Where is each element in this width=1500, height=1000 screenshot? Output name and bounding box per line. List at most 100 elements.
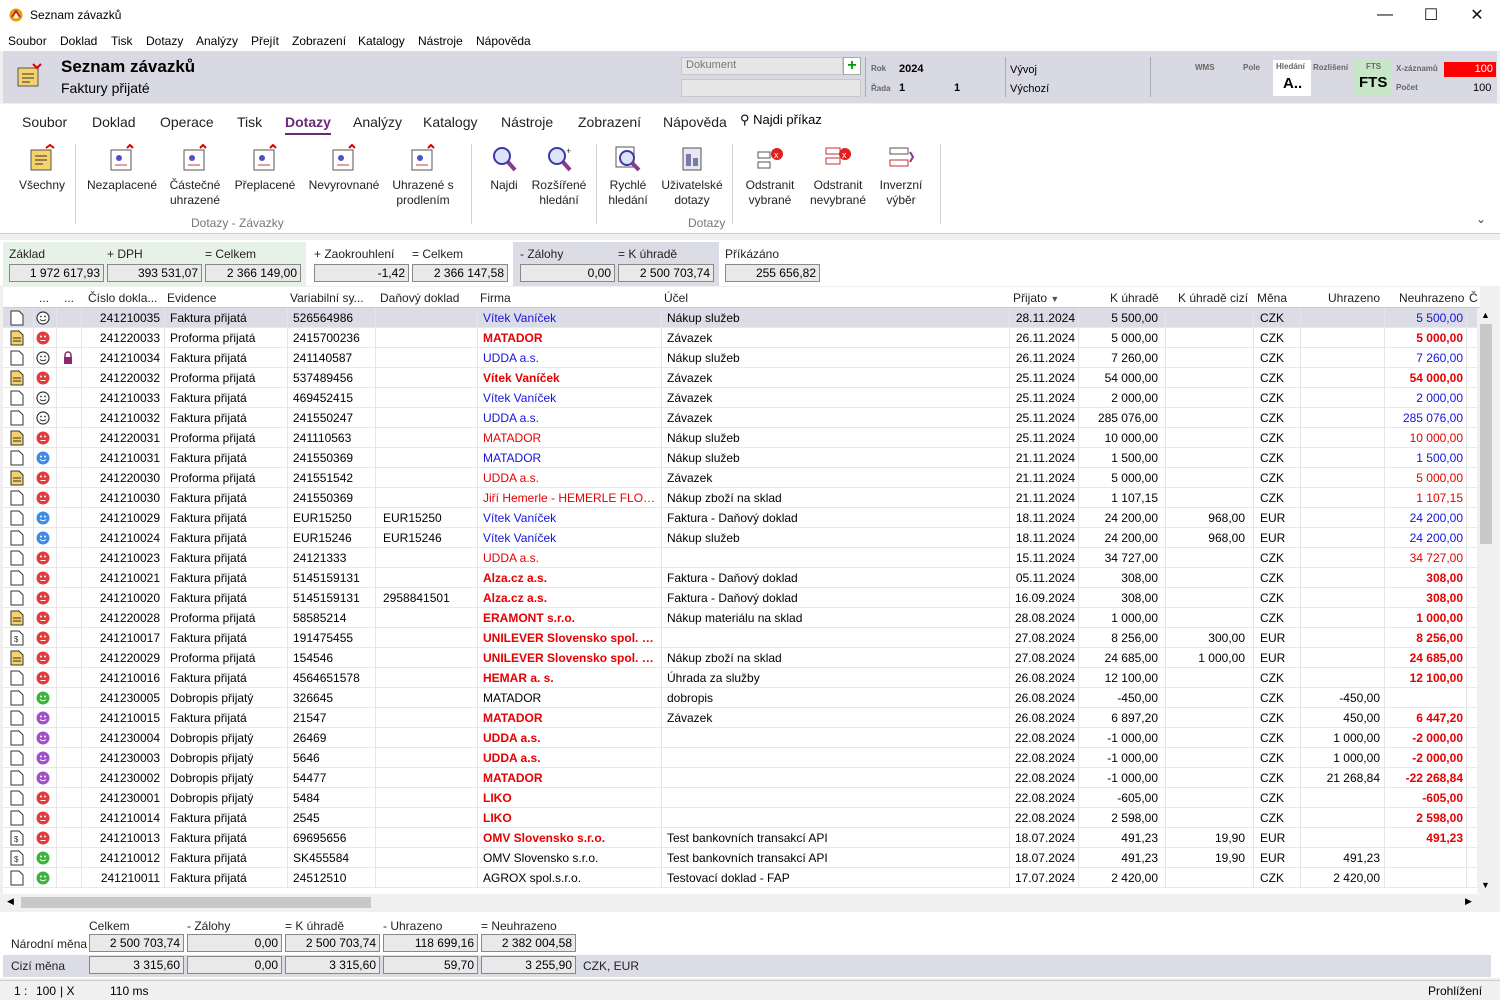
col-header-flag[interactable]: ...	[64, 291, 74, 305]
fts-button[interactable]: FTS FTS	[1354, 60, 1392, 96]
find-command[interactable]: ⚲ Najdi příkaz	[740, 112, 822, 128]
col-header-firma[interactable]: Firma	[480, 291, 511, 305]
uzivatelske-dotazy-button[interactable]: Uživatelské dotazy	[660, 144, 724, 208]
scroll-right-icon[interactable]: ▶	[1465, 896, 1472, 907]
col-header-prijato[interactable]: Přijato ▼	[1013, 291, 1059, 305]
tab-zobrazeni[interactable]: Zobrazení	[578, 114, 641, 130]
menu-prejit[interactable]: Přejít	[251, 34, 279, 48]
tab-analyzy[interactable]: Analýzy	[353, 114, 402, 130]
table-row[interactable]: 241210024 Faktura přijatá EUR15246 EUR15246…	[3, 528, 1480, 548]
vertical-scrollbar[interactable]: ▲ ▼	[1477, 308, 1495, 894]
horizontal-scrollbar[interactable]: ◀ ▶	[3, 894, 1477, 911]
tab-dotazy[interactable]: Dotazy	[285, 114, 331, 135]
table-row[interactable]: $241210017 Faktura přijatá 191475455 UNILEV…	[3, 628, 1480, 648]
menu-analyzy[interactable]: Analýzy	[196, 34, 238, 48]
table-row[interactable]: 241220031 Proforma přijatá 241110563 MATADO…	[3, 428, 1480, 448]
table-row[interactable]: 241210016 Faktura přijatá 4564651578 HEMAR …	[3, 668, 1480, 688]
menu-katalogy[interactable]: Katalogy	[358, 34, 405, 48]
scroll-up-icon[interactable]: ▲	[1481, 310, 1490, 320]
hledani-box[interactable]: Hledání A..	[1273, 60, 1311, 96]
uhrazene-s-prodlenim-button[interactable]: Uhrazené s prodlením	[390, 144, 456, 208]
col-header-k-uhrade[interactable]: K úhradě	[1110, 291, 1159, 305]
odstranit-vybrane-button[interactable]: x Odstranit vybrané	[742, 144, 798, 208]
menu-zobrazeni[interactable]: Zobrazení	[292, 34, 346, 48]
table-row[interactable]: 241220028 Proforma přijatá 58585214 ERAMONT…	[3, 608, 1480, 628]
table-row[interactable]: 241210034 Faktura přijatá 241140587 UDDA a.…	[3, 348, 1480, 368]
tab-doklad[interactable]: Doklad	[92, 114, 136, 130]
table-row[interactable]: 241210023 Faktura přijatá 24121333 UDDA a.s…	[3, 548, 1480, 568]
table-row[interactable]: 241230001 Dobropis přijatý 5484 LIKO 22.08.2…	[3, 788, 1480, 808]
table-row[interactable]: 241210021 Faktura přijatá 5145159131 Alza.c…	[3, 568, 1480, 588]
menu-doklad[interactable]: Doklad	[60, 34, 97, 48]
document-input[interactable]: Dokument	[681, 57, 843, 75]
table-row[interactable]: $241210013 Faktura přijatá 69695656 OMV Slo…	[3, 828, 1480, 848]
odstranit-nevybrane-button[interactable]: x Odstranit nevybrané	[808, 144, 868, 208]
pole-label[interactable]: Pole	[1243, 63, 1260, 72]
table-row[interactable]: 241230005 Dobropis přijatý 326645 MATADOR do…	[3, 688, 1480, 708]
col-header-ucel[interactable]: Účel	[664, 291, 688, 305]
col-header-uhrazeno[interactable]: Uhrazeno	[1328, 291, 1380, 305]
rok-value[interactable]: 2024	[899, 63, 923, 75]
tab-napoveda[interactable]: Nápověda	[663, 114, 727, 130]
tab-katalogy[interactable]: Katalogy	[423, 114, 477, 130]
scroll-down-icon[interactable]: ▼	[1481, 880, 1490, 890]
nezaplacene-button[interactable]: Nezaplacené	[86, 144, 158, 193]
table-row[interactable]: 241220033 Proforma přijatá 2415700236 MATAD…	[3, 328, 1480, 348]
collapse-ribbon-icon[interactable]: ⌄	[1476, 212, 1486, 226]
col-header-evidence[interactable]: Evidence	[167, 291, 216, 305]
rozsirene-hledani-button[interactable]: + Rozšířené hledání	[530, 144, 588, 208]
col-header-mena[interactable]: Měna	[1257, 291, 1287, 305]
horizontal-scroll-thumb[interactable]	[21, 897, 371, 908]
tab-operace[interactable]: Operace	[160, 114, 214, 130]
table-row[interactable]: 241210014 Faktura přijatá 2545 LIKO 22.08.20…	[3, 808, 1480, 828]
table-row[interactable]: 241220029 Proforma přijatá 154546 UNILEVER …	[3, 648, 1480, 668]
table-row[interactable]: 241210020 Faktura přijatá 5145159131 295884…	[3, 588, 1480, 608]
rada-value-1[interactable]: 1	[899, 82, 905, 94]
col-header-variabilni[interactable]: Variabilní sy...	[290, 291, 364, 305]
tab-tisk[interactable]: Tisk	[237, 114, 262, 130]
xzaznamu-value[interactable]: 100	[1444, 62, 1496, 77]
col-header-cislo[interactable]: Číslo dokla...	[88, 291, 157, 305]
table-row[interactable]: 241210011 Faktura přijatá 24512510 AGROX sp…	[3, 868, 1480, 888]
col-header-k-uhrade-cizi[interactable]: K úhradě cizí	[1178, 291, 1248, 305]
menu-tisk[interactable]: Tisk	[111, 34, 133, 48]
tab-soubor[interactable]: Soubor	[22, 114, 67, 130]
table-row[interactable]: 241210029 Faktura přijatá EUR15250 EUR15250…	[3, 508, 1480, 528]
vsechny-button[interactable]: Všechny	[16, 144, 68, 193]
nevyrovnane-button[interactable]: Nevyrovnané	[306, 144, 382, 193]
table-row[interactable]: 241230004 Dobropis přijatý 26469 UDDA a.s. 2…	[3, 728, 1480, 748]
vertical-scroll-thumb[interactable]	[1480, 324, 1492, 544]
table-row[interactable]: 241210015 Faktura přijatá 21547 MATADOR Záva…	[3, 708, 1480, 728]
document-input-2[interactable]	[681, 79, 861, 97]
menu-napoveda[interactable]: Nápověda	[476, 34, 531, 48]
rychle-hledani-button[interactable]: Rychlé hledání	[603, 144, 653, 208]
table-row[interactable]: 241220030 Proforma přijatá 241551542 UDDA a…	[3, 468, 1480, 488]
castecne-uhrazene-button[interactable]: Částečné uhrazené	[168, 144, 222, 208]
vychozi-label[interactable]: Výchozí	[1010, 83, 1049, 95]
col-header-danovy[interactable]: Daňový doklad	[380, 291, 459, 305]
col-header-status[interactable]: ...	[39, 291, 49, 305]
wms-label[interactable]: WMS	[1195, 63, 1215, 72]
close-button[interactable]: ✕	[1454, 0, 1500, 30]
table-row[interactable]: 241220032 Proforma přijatá 537489456 Vítek …	[3, 368, 1480, 388]
table-row[interactable]: 241230002 Dobropis přijatý 54477 MATADOR 22.…	[3, 768, 1480, 788]
preplacene-button[interactable]: Přeplacené	[233, 144, 297, 193]
rozliseni-label[interactable]: Rozlišení	[1313, 63, 1348, 72]
tab-nastroje[interactable]: Nástroje	[501, 114, 553, 130]
col-header-c[interactable]: Č	[1469, 291, 1478, 305]
add-document-button[interactable]: +	[843, 57, 861, 75]
col-header-neuhrazeno[interactable]: Neuhrazeno	[1399, 291, 1464, 305]
table-row[interactable]: 241210035 Faktura přijatá 526564986 Vítek V…	[3, 308, 1480, 328]
vyvoj-label[interactable]: Vývoj	[1010, 64, 1037, 76]
table-row[interactable]: 241210031 Faktura přijatá 241550369 MATADOR…	[3, 448, 1480, 468]
menu-dotazy[interactable]: Dotazy	[146, 34, 183, 48]
table-row[interactable]: 241210030 Faktura přijatá 241550369 Jiří He…	[3, 488, 1480, 508]
table-row[interactable]: $241210012 Faktura přijatá SK455584 OMV Slo…	[3, 848, 1480, 868]
rada-value-2[interactable]: 1	[954, 82, 960, 94]
menu-nastroje[interactable]: Nástroje	[418, 34, 463, 48]
table-row[interactable]: 241210033 Faktura přijatá 469452415 Vítek V…	[3, 388, 1480, 408]
table-row[interactable]: 241210032 Faktura přijatá 241550247 UDDA a.…	[3, 408, 1480, 428]
inverzni-vyber-button[interactable]: Inverzní výběr	[876, 144, 926, 208]
menu-soubor[interactable]: Soubor	[8, 34, 47, 48]
minimize-button[interactable]: —	[1362, 0, 1408, 30]
